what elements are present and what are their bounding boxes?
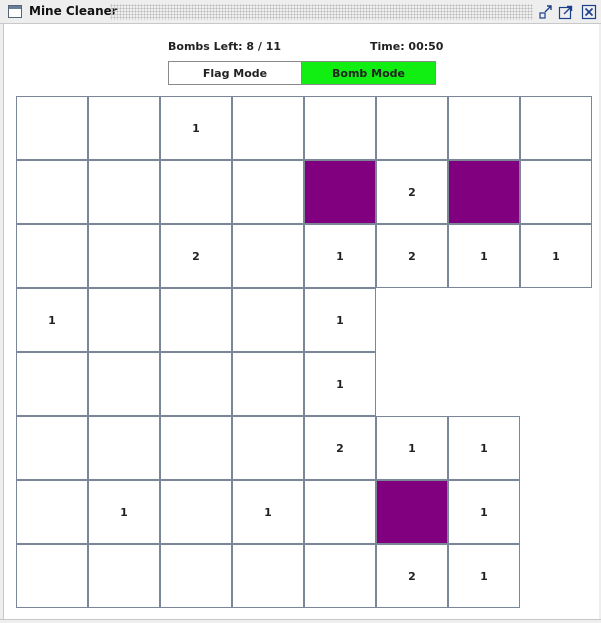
mine-cell[interactable] — [88, 288, 160, 352]
mine-cell[interactable] — [520, 96, 592, 160]
mine-cell[interactable] — [160, 160, 232, 224]
cell-count: 1 — [480, 505, 488, 519]
mine-cell[interactable] — [232, 224, 304, 288]
mine-cell[interactable] — [304, 480, 376, 544]
mine-cell[interactable] — [88, 96, 160, 160]
flag-mode-button[interactable]: Flag Mode — [168, 61, 302, 85]
mine-cell[interactable] — [16, 480, 88, 544]
cell-count: 1 — [336, 249, 344, 263]
window-frame-bottom — [0, 619, 601, 623]
mine-cell[interactable] — [88, 224, 160, 288]
mine-cell-number[interactable]: 1 — [304, 352, 376, 416]
mine-cell[interactable] — [448, 96, 520, 160]
mine-cell-number[interactable]: 1 — [88, 480, 160, 544]
window-icon — [8, 5, 22, 18]
mine-cell-number[interactable]: 1 — [448, 416, 520, 480]
cell-count: 2 — [192, 249, 200, 263]
cell-count: 1 — [480, 441, 488, 455]
bomb-mode-button[interactable]: Bomb Mode — [301, 61, 436, 85]
cell-count: 1 — [336, 313, 344, 327]
mine-cell[interactable] — [16, 416, 88, 480]
cell-count: 1 — [264, 505, 272, 519]
mine-cell[interactable] — [232, 544, 304, 608]
mine-cell[interactable] — [232, 352, 304, 416]
timer-label: Time: 00:50 — [370, 40, 444, 53]
cell-count: 1 — [480, 249, 488, 263]
cell-count: 1 — [408, 441, 416, 455]
mine-cell-bomb[interactable] — [448, 160, 520, 224]
mine-cell-number[interactable]: 1 — [376, 416, 448, 480]
window-title: Mine Cleaner — [29, 4, 118, 18]
maximize-button[interactable] — [558, 4, 574, 20]
title-bar-grip — [110, 4, 533, 20]
mine-cell[interactable] — [232, 288, 304, 352]
mine-cell-number[interactable]: 1 — [304, 288, 376, 352]
cell-count: 2 — [408, 185, 416, 199]
close-icon — [581, 4, 597, 20]
mine-cell-number[interactable]: 2 — [376, 544, 448, 608]
mine-cell-number[interactable]: 1 — [448, 480, 520, 544]
cell-count: 1 — [48, 313, 56, 327]
mine-cell-bomb[interactable] — [304, 160, 376, 224]
minimize-button[interactable] — [538, 4, 554, 20]
mine-cell[interactable] — [160, 480, 232, 544]
mine-cell-number[interactable]: 2 — [160, 224, 232, 288]
bombs-left-label: Bombs Left: 8 / 11 — [168, 40, 282, 53]
mine-cell[interactable] — [160, 288, 232, 352]
cell-count: 2 — [408, 249, 416, 263]
cell-count: 1 — [120, 505, 128, 519]
mine-cell[interactable] — [160, 544, 232, 608]
mine-cell-number[interactable]: 1 — [520, 224, 592, 288]
mine-cell[interactable] — [88, 416, 160, 480]
mine-cell-number[interactable]: 1 — [16, 288, 88, 352]
mine-cell-number[interactable]: 2 — [376, 224, 448, 288]
cell-count: 1 — [552, 249, 560, 263]
mine-cell-number[interactable]: 2 — [376, 160, 448, 224]
mine-cell[interactable] — [232, 160, 304, 224]
mine-cell-number[interactable]: 1 — [232, 480, 304, 544]
minimize-icon — [539, 5, 552, 19]
mine-cell-number[interactable]: 2 — [304, 416, 376, 480]
mine-cell[interactable] — [88, 160, 160, 224]
mine-cell-bomb[interactable] — [376, 480, 448, 544]
mine-cell-number[interactable]: 1 — [448, 544, 520, 608]
mine-cell[interactable] — [304, 544, 376, 608]
maximize-icon — [558, 5, 573, 20]
mine-cell[interactable] — [16, 352, 88, 416]
close-button[interactable] — [581, 4, 597, 20]
cell-count: 2 — [408, 569, 416, 583]
mine-cell[interactable] — [16, 96, 88, 160]
mine-cell[interactable] — [160, 416, 232, 480]
mine-cell[interactable] — [16, 224, 88, 288]
cell-count: 1 — [480, 569, 488, 583]
mine-cell[interactable] — [520, 160, 592, 224]
mine-cell[interactable] — [376, 96, 448, 160]
mine-cell[interactable] — [88, 544, 160, 608]
mine-cell-number[interactable]: 1 — [304, 224, 376, 288]
window-frame-left — [0, 24, 4, 623]
title-bar[interactable]: Mine Cleaner — [0, 0, 601, 24]
mine-cell[interactable] — [88, 352, 160, 416]
cell-count: 1 — [336, 377, 344, 391]
cell-count: 2 — [336, 441, 344, 455]
mine-cell[interactable] — [232, 96, 304, 160]
mine-cell[interactable] — [304, 96, 376, 160]
mine-cell[interactable] — [16, 160, 88, 224]
mine-cell[interactable] — [16, 544, 88, 608]
mine-cell[interactable] — [160, 352, 232, 416]
mine-cell-number[interactable]: 1 — [448, 224, 520, 288]
mine-cell-number[interactable]: 1 — [160, 96, 232, 160]
cell-count: 1 — [192, 121, 200, 135]
mine-cell[interactable] — [232, 416, 304, 480]
